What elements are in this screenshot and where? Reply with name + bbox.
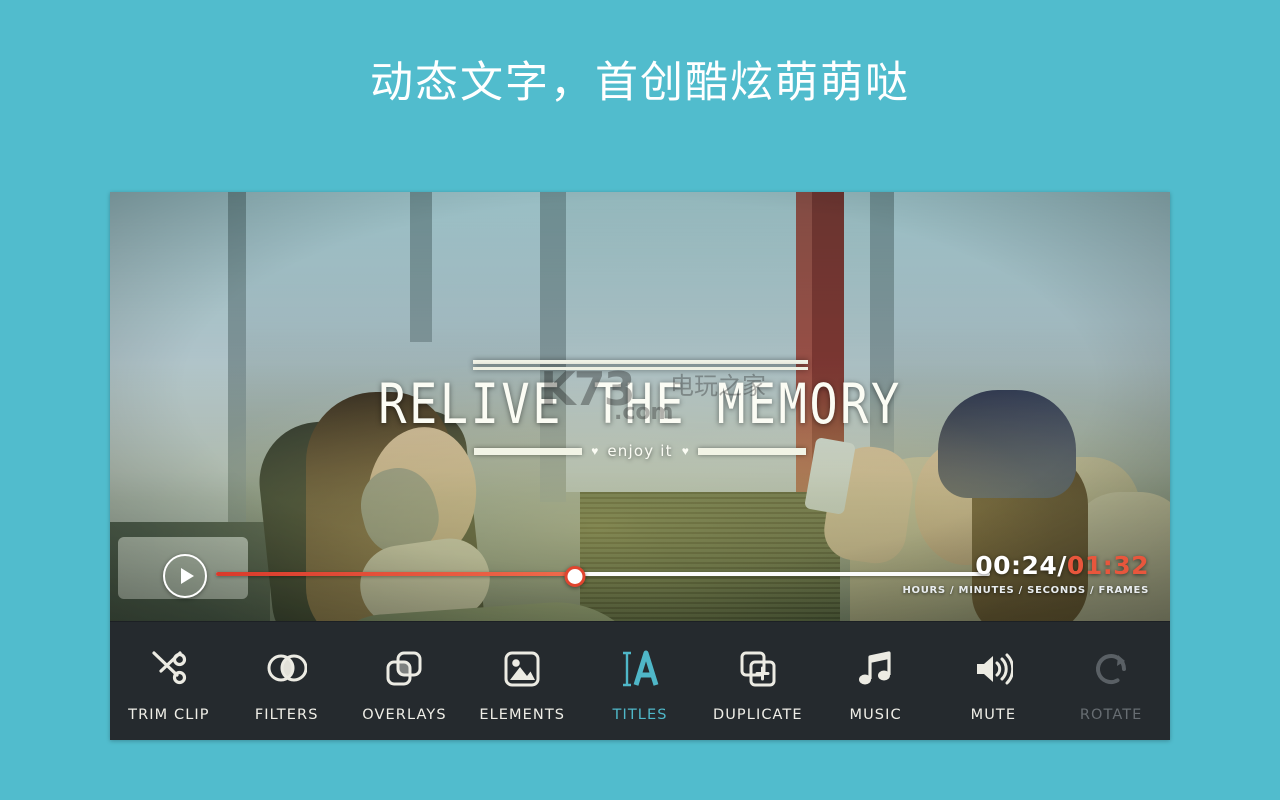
- progress-fill: [216, 572, 573, 576]
- copy-plus-icon: [738, 641, 778, 697]
- toolbar-item-label: MUSIC: [849, 707, 902, 723]
- toolbar-item-mute[interactable]: MUTE: [934, 622, 1052, 740]
- play-icon: [180, 568, 194, 584]
- toolbar-item-trim-clip[interactable]: TRIM CLIP: [110, 622, 228, 740]
- text-cursor-a-icon: [620, 641, 660, 697]
- squares-overlap-icon: [384, 641, 424, 697]
- scissors-icon: [149, 641, 189, 697]
- circles-overlap-icon: [267, 641, 307, 697]
- toolbar-item-music[interactable]: MUSIC: [817, 622, 935, 740]
- video-preview[interactable]: RELIVE THE MEMORY ♥ enjoy it ♥ K73 .com …: [110, 192, 1170, 621]
- toolbar-item-label: ELEMENTS: [479, 707, 566, 723]
- current-time: 00:24: [975, 551, 1058, 580]
- rotate-icon: [1091, 641, 1131, 697]
- time-separator: /: [1057, 551, 1067, 580]
- toolbar-item-label: OVERLAYS: [362, 707, 447, 723]
- toolbar-item-label: FILTERS: [254, 707, 319, 723]
- toolbar-item-duplicate[interactable]: DUPLICATE: [699, 622, 817, 740]
- toolbar-item-label: TITLES: [612, 707, 668, 723]
- toolbar-item-rotate[interactable]: ROTATE: [1052, 622, 1170, 740]
- total-time: 01:32: [1066, 551, 1149, 580]
- page-title: 动态文字，首创酷炫萌萌哒: [370, 58, 910, 108]
- video-editor-window: RELIVE THE MEMORY ♥ enjoy it ♥ K73 .com …: [110, 192, 1170, 740]
- speaker-icon: [973, 641, 1014, 697]
- progress-scrubber-handle[interactable]: [564, 566, 586, 587]
- toolbar-item-elements[interactable]: ELEMENTS: [463, 622, 581, 740]
- toolbar-item-filters[interactable]: FILTERS: [228, 622, 346, 740]
- toolbar-item-titles[interactable]: TITLES: [581, 622, 699, 740]
- play-button[interactable]: [163, 554, 207, 598]
- timecode-units-label: HOURS / MINUTES / SECONDS / FRAMES: [902, 585, 1149, 596]
- toolbar-item-overlays[interactable]: OVERLAYS: [346, 622, 464, 740]
- toolbar-item-label: DUPLICATE: [712, 707, 803, 723]
- editor-toolbar: TRIM CLIP FILTERS OVERLAYS ELEMENTS TITLES DU…: [110, 621, 1170, 740]
- toolbar-item-label: MUTE: [970, 707, 1017, 723]
- timecode: 00:24/01:32 HOURS / MINUTES / SECONDS / …: [902, 553, 1149, 596]
- progress-bar[interactable]: [216, 566, 990, 587]
- image-icon: [502, 641, 542, 697]
- toolbar-item-label: ROTATE: [1079, 707, 1143, 723]
- player-controls: 00:24/01:32 HOURS / MINUTES / SECONDS / …: [110, 501, 1170, 621]
- toolbar-item-label: TRIM CLIP: [128, 707, 210, 723]
- page-root: 动态文字，首创酷炫萌萌哒 RELIVE THE MEMORY ♥ enjoy i…: [0, 0, 1280, 800]
- music-note-icon: [856, 641, 896, 697]
